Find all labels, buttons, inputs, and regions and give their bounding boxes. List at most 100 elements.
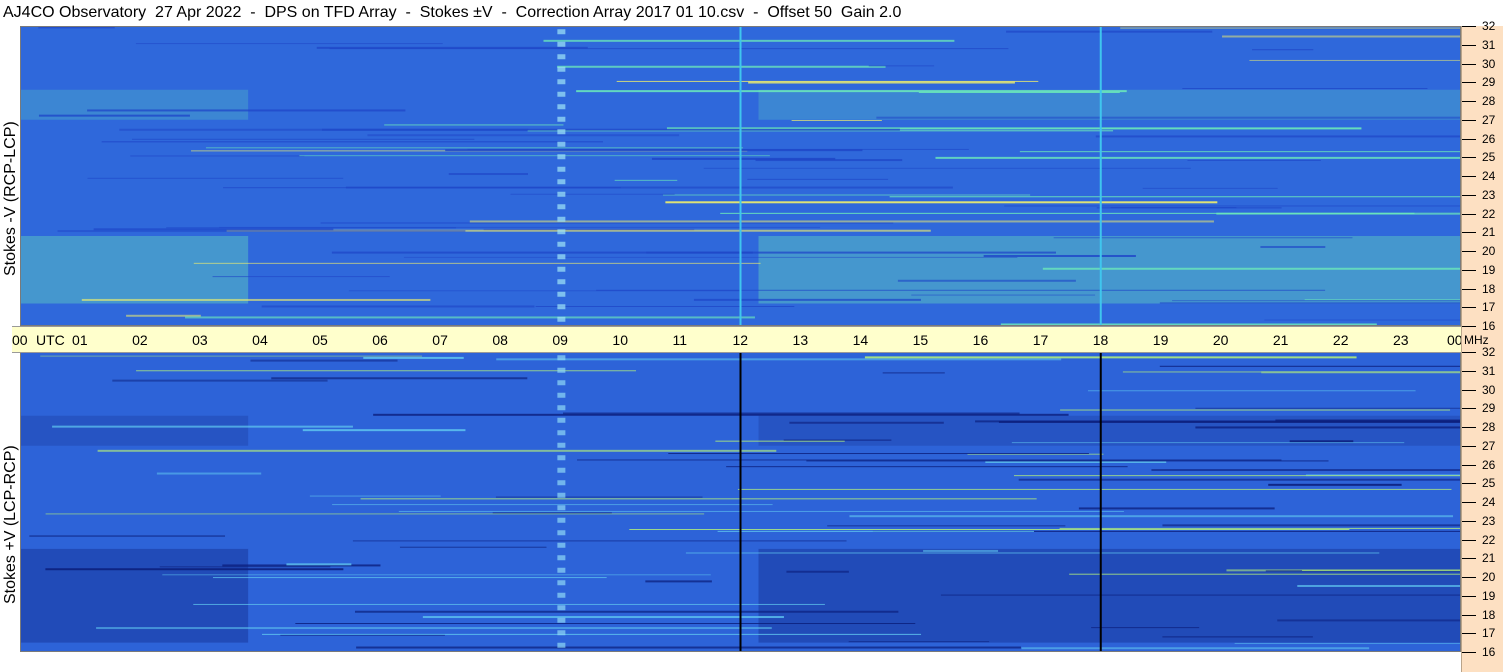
time-tick-label: 04 bbox=[252, 332, 268, 348]
interference-column bbox=[557, 66, 566, 72]
rfi-streak bbox=[1151, 469, 1461, 472]
time-tick-label: 08 bbox=[492, 332, 508, 348]
freq-tick bbox=[1462, 63, 1476, 65]
rfi-streak bbox=[703, 167, 1191, 169]
rfi-streak bbox=[332, 504, 773, 506]
rfi-streak bbox=[193, 603, 825, 605]
rfi-streak bbox=[1249, 59, 1461, 61]
rfi-streak bbox=[1021, 647, 1370, 650]
rfi-streak bbox=[557, 65, 886, 68]
time-tick-label: 12 bbox=[732, 332, 749, 348]
freq-tick-label: 28 bbox=[1482, 420, 1496, 434]
rfi-streak bbox=[1053, 237, 1353, 239]
freq-tick-label: 22 bbox=[1482, 532, 1496, 547]
band-glow bbox=[758, 89, 1461, 120]
rfi-streak bbox=[302, 429, 466, 432]
rfi-streak bbox=[665, 201, 1218, 204]
rfi-streak bbox=[868, 65, 935, 67]
freq-tick bbox=[1462, 652, 1476, 653]
rfi-streak bbox=[1091, 627, 1200, 629]
freq-tick-label: 18 bbox=[1482, 607, 1496, 622]
interference-column bbox=[557, 517, 566, 523]
rfi-streak bbox=[748, 81, 1015, 84]
interference-column bbox=[557, 617, 566, 623]
chart-title: AJ4CO Observatory 27 Apr 2022 - DPS on T… bbox=[3, 4, 902, 21]
rfi-streak bbox=[1087, 390, 1416, 392]
rfi-streak bbox=[156, 472, 262, 475]
freq-tick-label: 16 bbox=[1482, 645, 1496, 659]
freq-tick-label: 31 bbox=[1482, 363, 1496, 378]
rfi-streak bbox=[112, 379, 328, 382]
rfi-streak bbox=[1110, 207, 1237, 209]
spectrogram-top bbox=[20, 26, 1461, 326]
rfi-streak bbox=[1277, 619, 1461, 622]
interference-column bbox=[557, 442, 566, 448]
time-tick-label: 14 bbox=[852, 332, 869, 348]
freq-tick bbox=[1462, 352, 1476, 353]
time-tick-label: 00 bbox=[12, 332, 28, 348]
freq-tick bbox=[1462, 539, 1476, 541]
rfi-streak bbox=[159, 566, 331, 568]
rfi-streak bbox=[96, 627, 772, 630]
rfi-streak bbox=[668, 453, 1089, 455]
interference-column bbox=[557, 29, 566, 35]
rfi-streak bbox=[543, 39, 955, 42]
freq-tick bbox=[1462, 326, 1476, 327]
interference-column bbox=[557, 166, 566, 172]
rfi-streak bbox=[205, 147, 744, 149]
rfi-streak bbox=[1222, 35, 1461, 38]
freq-tick bbox=[1462, 483, 1476, 485]
rfi-streak bbox=[876, 116, 1461, 119]
band-glow bbox=[20, 415, 249, 446]
interference-column bbox=[557, 642, 566, 648]
time-tick-label: 02 bbox=[132, 332, 148, 348]
rfi-streak bbox=[356, 646, 1021, 649]
freq-tick bbox=[1462, 558, 1476, 560]
rfi-streak bbox=[101, 141, 603, 143]
rfi-streak bbox=[577, 459, 1282, 461]
freq-tick bbox=[1462, 232, 1476, 234]
freq-tick-label: 24 bbox=[1482, 169, 1496, 183]
interference-column bbox=[557, 316, 566, 322]
rfi-streak bbox=[309, 495, 441, 497]
rfi-streak bbox=[1195, 407, 1461, 409]
freq-tick bbox=[1462, 408, 1476, 410]
rfi-streak bbox=[510, 193, 675, 195]
rfi-streak bbox=[889, 196, 1461, 198]
freq-tick-label: 17 bbox=[1482, 626, 1496, 641]
rfi-streak bbox=[1159, 365, 1461, 367]
rfi-streak bbox=[131, 138, 475, 140]
rfi-streak bbox=[1004, 205, 1461, 207]
freq-tick-label: 19 bbox=[1482, 588, 1496, 603]
rfi-streak bbox=[848, 641, 990, 643]
rfi-streak bbox=[1011, 442, 1405, 444]
freq-tick-label: 21 bbox=[1482, 225, 1496, 240]
freq-tick bbox=[1462, 307, 1476, 309]
rfi-streak bbox=[321, 128, 900, 131]
rfi-streak bbox=[786, 570, 849, 573]
interference-column bbox=[557, 129, 566, 135]
time-tick-label: 07 bbox=[432, 332, 448, 348]
freq-tick bbox=[1462, 213, 1476, 215]
interference-column bbox=[557, 430, 566, 436]
rfi-streak bbox=[348, 290, 741, 292]
freq-tick bbox=[1462, 427, 1476, 428]
rfi-streak bbox=[367, 134, 680, 137]
rfi-streak bbox=[1059, 527, 1461, 529]
freq-tick-label: 26 bbox=[1482, 457, 1496, 472]
freq-tick bbox=[1462, 464, 1476, 466]
rfi-streak bbox=[135, 43, 443, 45]
rfi-streak bbox=[271, 377, 528, 380]
spectrogram-bottom-panel bbox=[20, 352, 1461, 652]
rfi-streak bbox=[645, 580, 712, 583]
interference-column bbox=[557, 141, 566, 147]
rfi-streak bbox=[57, 230, 466, 233]
rfi-streak bbox=[1142, 187, 1278, 189]
top-panel-ylabel: Stokes -V (RCP-LCP) bbox=[2, 121, 19, 276]
rfi-streak bbox=[492, 512, 612, 514]
freq-tick bbox=[1462, 194, 1476, 196]
freq-tick bbox=[1462, 26, 1476, 27]
time-axis-unit: UTC bbox=[36, 332, 65, 348]
rfi-streak bbox=[923, 549, 999, 552]
rfi-streak bbox=[935, 156, 1461, 159]
